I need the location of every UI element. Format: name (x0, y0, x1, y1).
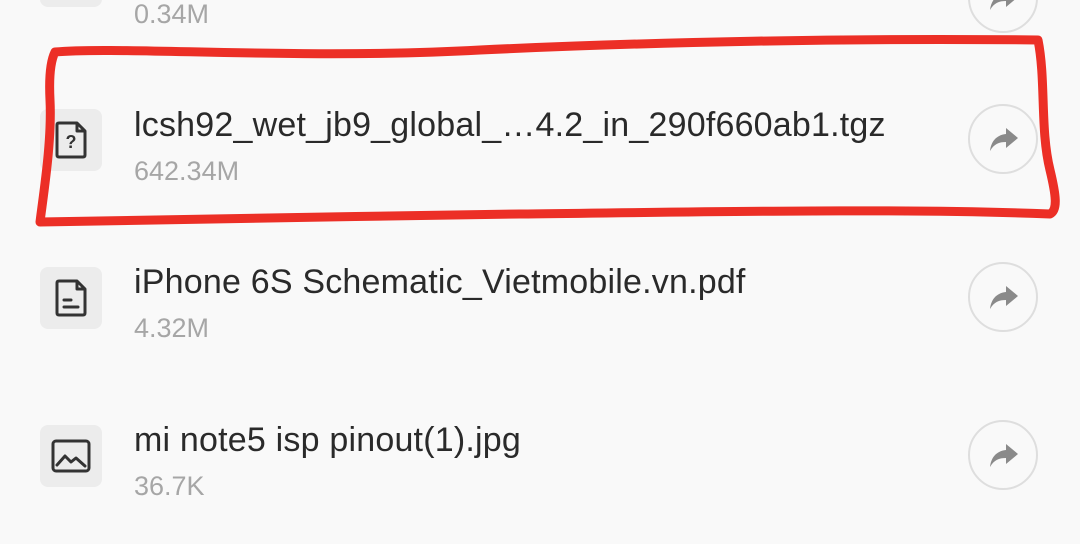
file-size: 642.34M (134, 156, 240, 186)
share-icon (990, 0, 1015, 10)
share-button[interactable] (968, 0, 1038, 33)
file-name: lcsh92_wet_jb9_global_…4.2_in_290f660ab1… (134, 106, 886, 144)
file-row[interactable]: ? lcsh92_wet_jb9_global_…4.2_in_290f660a… (0, 66, 1080, 216)
file-list-screen: 0.34M ? lcsh92_wet_jb9_global_…4.2_in_29… (0, 0, 1080, 544)
file-size: 4.32M (134, 313, 210, 343)
document-icon (40, 0, 102, 7)
share-button[interactable] (968, 104, 1038, 174)
file-name: iPhone 6S Schematic_Vietmobile.vn.pdf (134, 263, 746, 301)
unknown-file-icon: ? (40, 109, 102, 171)
share-icon (990, 128, 1018, 151)
file-size: 36.7K (134, 471, 205, 501)
svg-text:?: ? (66, 132, 77, 152)
file-row[interactable]: mi note5 isp pinout(1).jpg 36.7K (0, 380, 1080, 530)
file-name: mi note5 isp pinout(1).jpg (134, 421, 521, 459)
share-button[interactable] (968, 420, 1038, 490)
file-row[interactable]: 0.34M (0, 0, 1080, 33)
file-size: 0.34M (134, 0, 210, 29)
share-icon (990, 286, 1018, 309)
document-icon (40, 267, 102, 329)
image-icon (40, 425, 102, 487)
share-button[interactable] (968, 262, 1038, 332)
share-icon (990, 444, 1018, 467)
file-row[interactable]: iPhone 6S Schematic_Vietmobile.vn.pdf 4.… (0, 222, 1080, 372)
